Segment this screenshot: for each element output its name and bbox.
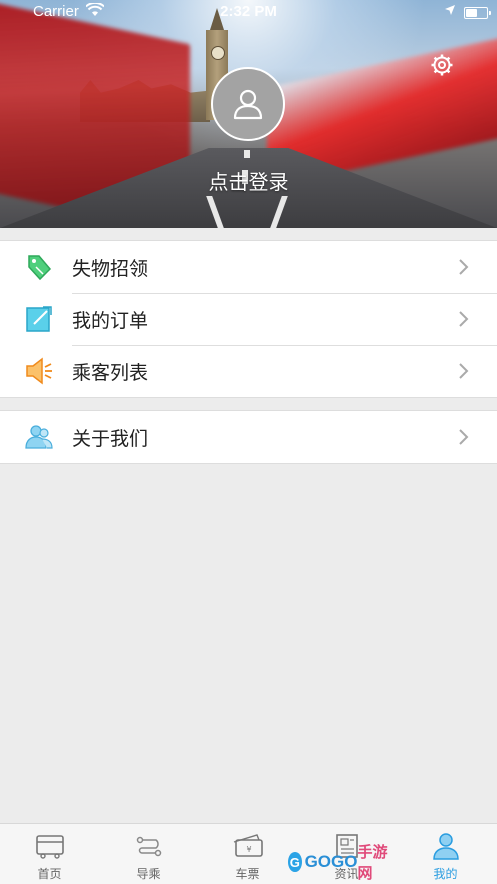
bus-icon bbox=[35, 832, 65, 860]
svg-text:¥: ¥ bbox=[246, 845, 251, 854]
menu-group-about: 关于我们 bbox=[0, 410, 497, 464]
menu-label: 乘客列表 bbox=[72, 362, 149, 384]
lane-marking bbox=[244, 150, 250, 158]
tab-home[interactable]: 首页 bbox=[0, 824, 99, 884]
tab-label: 车票 bbox=[235, 867, 260, 881]
watermark-text: GOGO bbox=[304, 852, 358, 871]
tab-mine[interactable]: 我的 bbox=[396, 824, 495, 884]
menu-item-lost-found[interactable]: 失物招领 bbox=[0, 241, 497, 293]
menu-label: 失物招领 bbox=[72, 258, 149, 280]
tab-label: 导乘 bbox=[136, 867, 161, 881]
tab-guide[interactable]: 导乘 bbox=[99, 824, 198, 884]
people-icon bbox=[25, 423, 53, 451]
chevron-right-icon bbox=[458, 257, 470, 277]
person-icon bbox=[431, 832, 461, 860]
order-edit-icon bbox=[25, 305, 53, 333]
chevron-right-icon bbox=[458, 361, 470, 381]
settings-gear-icon[interactable] bbox=[431, 54, 453, 76]
menu-item-my-orders[interactable]: 我的订单 bbox=[0, 293, 497, 345]
menu-item-passenger-list[interactable]: 乘客列表 bbox=[0, 345, 497, 397]
tag-icon bbox=[25, 253, 53, 281]
status-bar: Carrier 2:32 PM bbox=[0, 0, 497, 24]
menu-item-about-us[interactable]: 关于我们 bbox=[0, 411, 497, 463]
watermark-cn: 手游网 bbox=[357, 844, 388, 882]
user-outline-icon bbox=[233, 89, 263, 120]
menu-label: 关于我们 bbox=[72, 428, 149, 450]
chevron-right-icon bbox=[458, 427, 470, 447]
location-arrow-icon bbox=[444, 3, 456, 19]
route-icon bbox=[134, 832, 164, 860]
watermark-circle-icon: G bbox=[288, 852, 302, 872]
battery-icon bbox=[464, 7, 491, 19]
menu-group-main: 失物招领 我的订单 乘客列表 bbox=[0, 240, 497, 398]
status-time: 2:32 PM bbox=[220, 3, 277, 20]
tab-label: 我的 bbox=[433, 867, 458, 881]
tab-bar: 首页 导乘 ¥ 车票 资讯 我的 bbox=[0, 823, 497, 884]
ticket-icon: ¥ bbox=[233, 832, 263, 860]
speaker-icon bbox=[25, 357, 53, 385]
chevron-right-icon bbox=[458, 309, 470, 329]
tab-label: 首页 bbox=[37, 867, 62, 881]
menu-label: 我的订单 bbox=[72, 310, 149, 332]
avatar-button[interactable] bbox=[211, 67, 285, 141]
login-link[interactable]: 点击登录 bbox=[0, 166, 497, 195]
watermark-logo: G GOGO 手游网 bbox=[288, 844, 388, 882]
tab-tickets[interactable]: ¥ 车票 bbox=[198, 824, 297, 884]
